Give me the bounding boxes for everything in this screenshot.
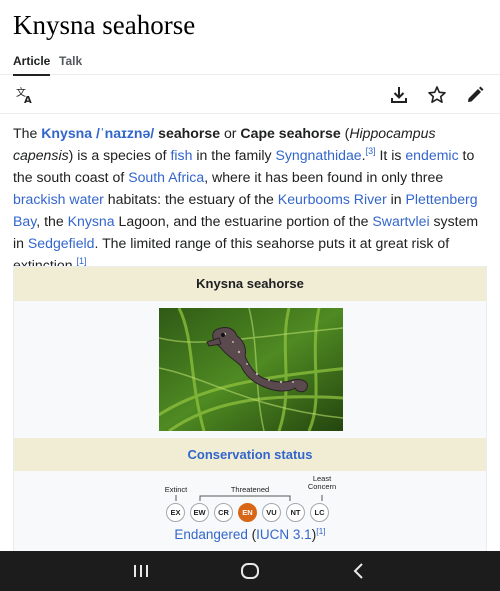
link-swartvlei[interactable]: Swartvlei — [372, 213, 429, 229]
link-knysna[interactable]: Knysna — [41, 125, 92, 141]
status-lc[interactable]: LC — [310, 503, 329, 522]
infobox-title: Knysna seahorse — [14, 267, 486, 301]
infobox: Knysna seahorse Conservation status Exti… — [13, 266, 487, 556]
intro-paragraph: The Knysna /ˈnaɪznə/ seahorse or Cape se… — [13, 125, 479, 273]
status-cr[interactable]: CR — [214, 503, 233, 522]
system-navigation-bar — [0, 551, 500, 591]
page-title: Knysna seahorse — [13, 10, 196, 40]
tab-talk[interactable]: Talk — [59, 54, 82, 68]
seahorse-photo[interactable] — [159, 308, 343, 431]
link-keurbooms-river[interactable]: Keurbooms River — [278, 191, 387, 207]
status-nt[interactable]: NT — [286, 503, 305, 522]
link-sedgefield[interactable]: Sedgefield — [28, 235, 95, 251]
link-fish[interactable]: fish — [170, 147, 192, 163]
conservation-status-heading: Conservation status — [14, 438, 486, 471]
reference-1-status[interactable]: [1] — [316, 526, 325, 536]
language-icon[interactable]: 文 A — [15, 85, 35, 106]
conservation-status-text: Endangered (IUCN 3.1)[1] — [174, 526, 326, 542]
edit-icon[interactable] — [465, 85, 485, 105]
tab-article[interactable]: Article — [13, 54, 51, 76]
status-en-selected[interactable]: EN — [238, 503, 257, 522]
page-tabs: Article Talk — [0, 47, 500, 76]
download-icon[interactable] — [389, 85, 409, 105]
link-iucn[interactable]: IUCN 3.1 — [256, 527, 312, 542]
reference-1[interactable]: [1] — [76, 256, 86, 266]
page-actions-toolbar: 文 A — [0, 76, 500, 114]
recent-apps-icon[interactable] — [129, 559, 153, 583]
reference-3[interactable]: [3] — [366, 146, 376, 156]
status-ew[interactable]: EW — [190, 503, 209, 522]
svg-text:A: A — [24, 95, 32, 105]
status-vu[interactable]: VU — [262, 503, 281, 522]
link-knysna-lagoon[interactable]: Knysna — [68, 213, 115, 229]
iucn-status-scale: Extinct Threatened Least Concern EX EW C… — [164, 475, 339, 529]
link-south-africa[interactable]: South Africa — [128, 169, 204, 185]
home-icon[interactable] — [238, 559, 262, 583]
back-icon[interactable] — [347, 559, 371, 583]
link-endemic[interactable]: endemic — [405, 147, 458, 163]
conservation-status-link[interactable]: Conservation status — [188, 447, 313, 462]
link-syngnathidae[interactable]: Syngnathidae — [275, 147, 361, 163]
status-ex[interactable]: EX — [166, 503, 185, 522]
link-endangered[interactable]: Endangered — [174, 527, 248, 542]
link-brackish-water[interactable]: brackish water — [13, 191, 104, 207]
star-icon[interactable] — [427, 85, 447, 105]
link-ipa[interactable]: /ˈnaɪznə/ — [96, 125, 154, 141]
